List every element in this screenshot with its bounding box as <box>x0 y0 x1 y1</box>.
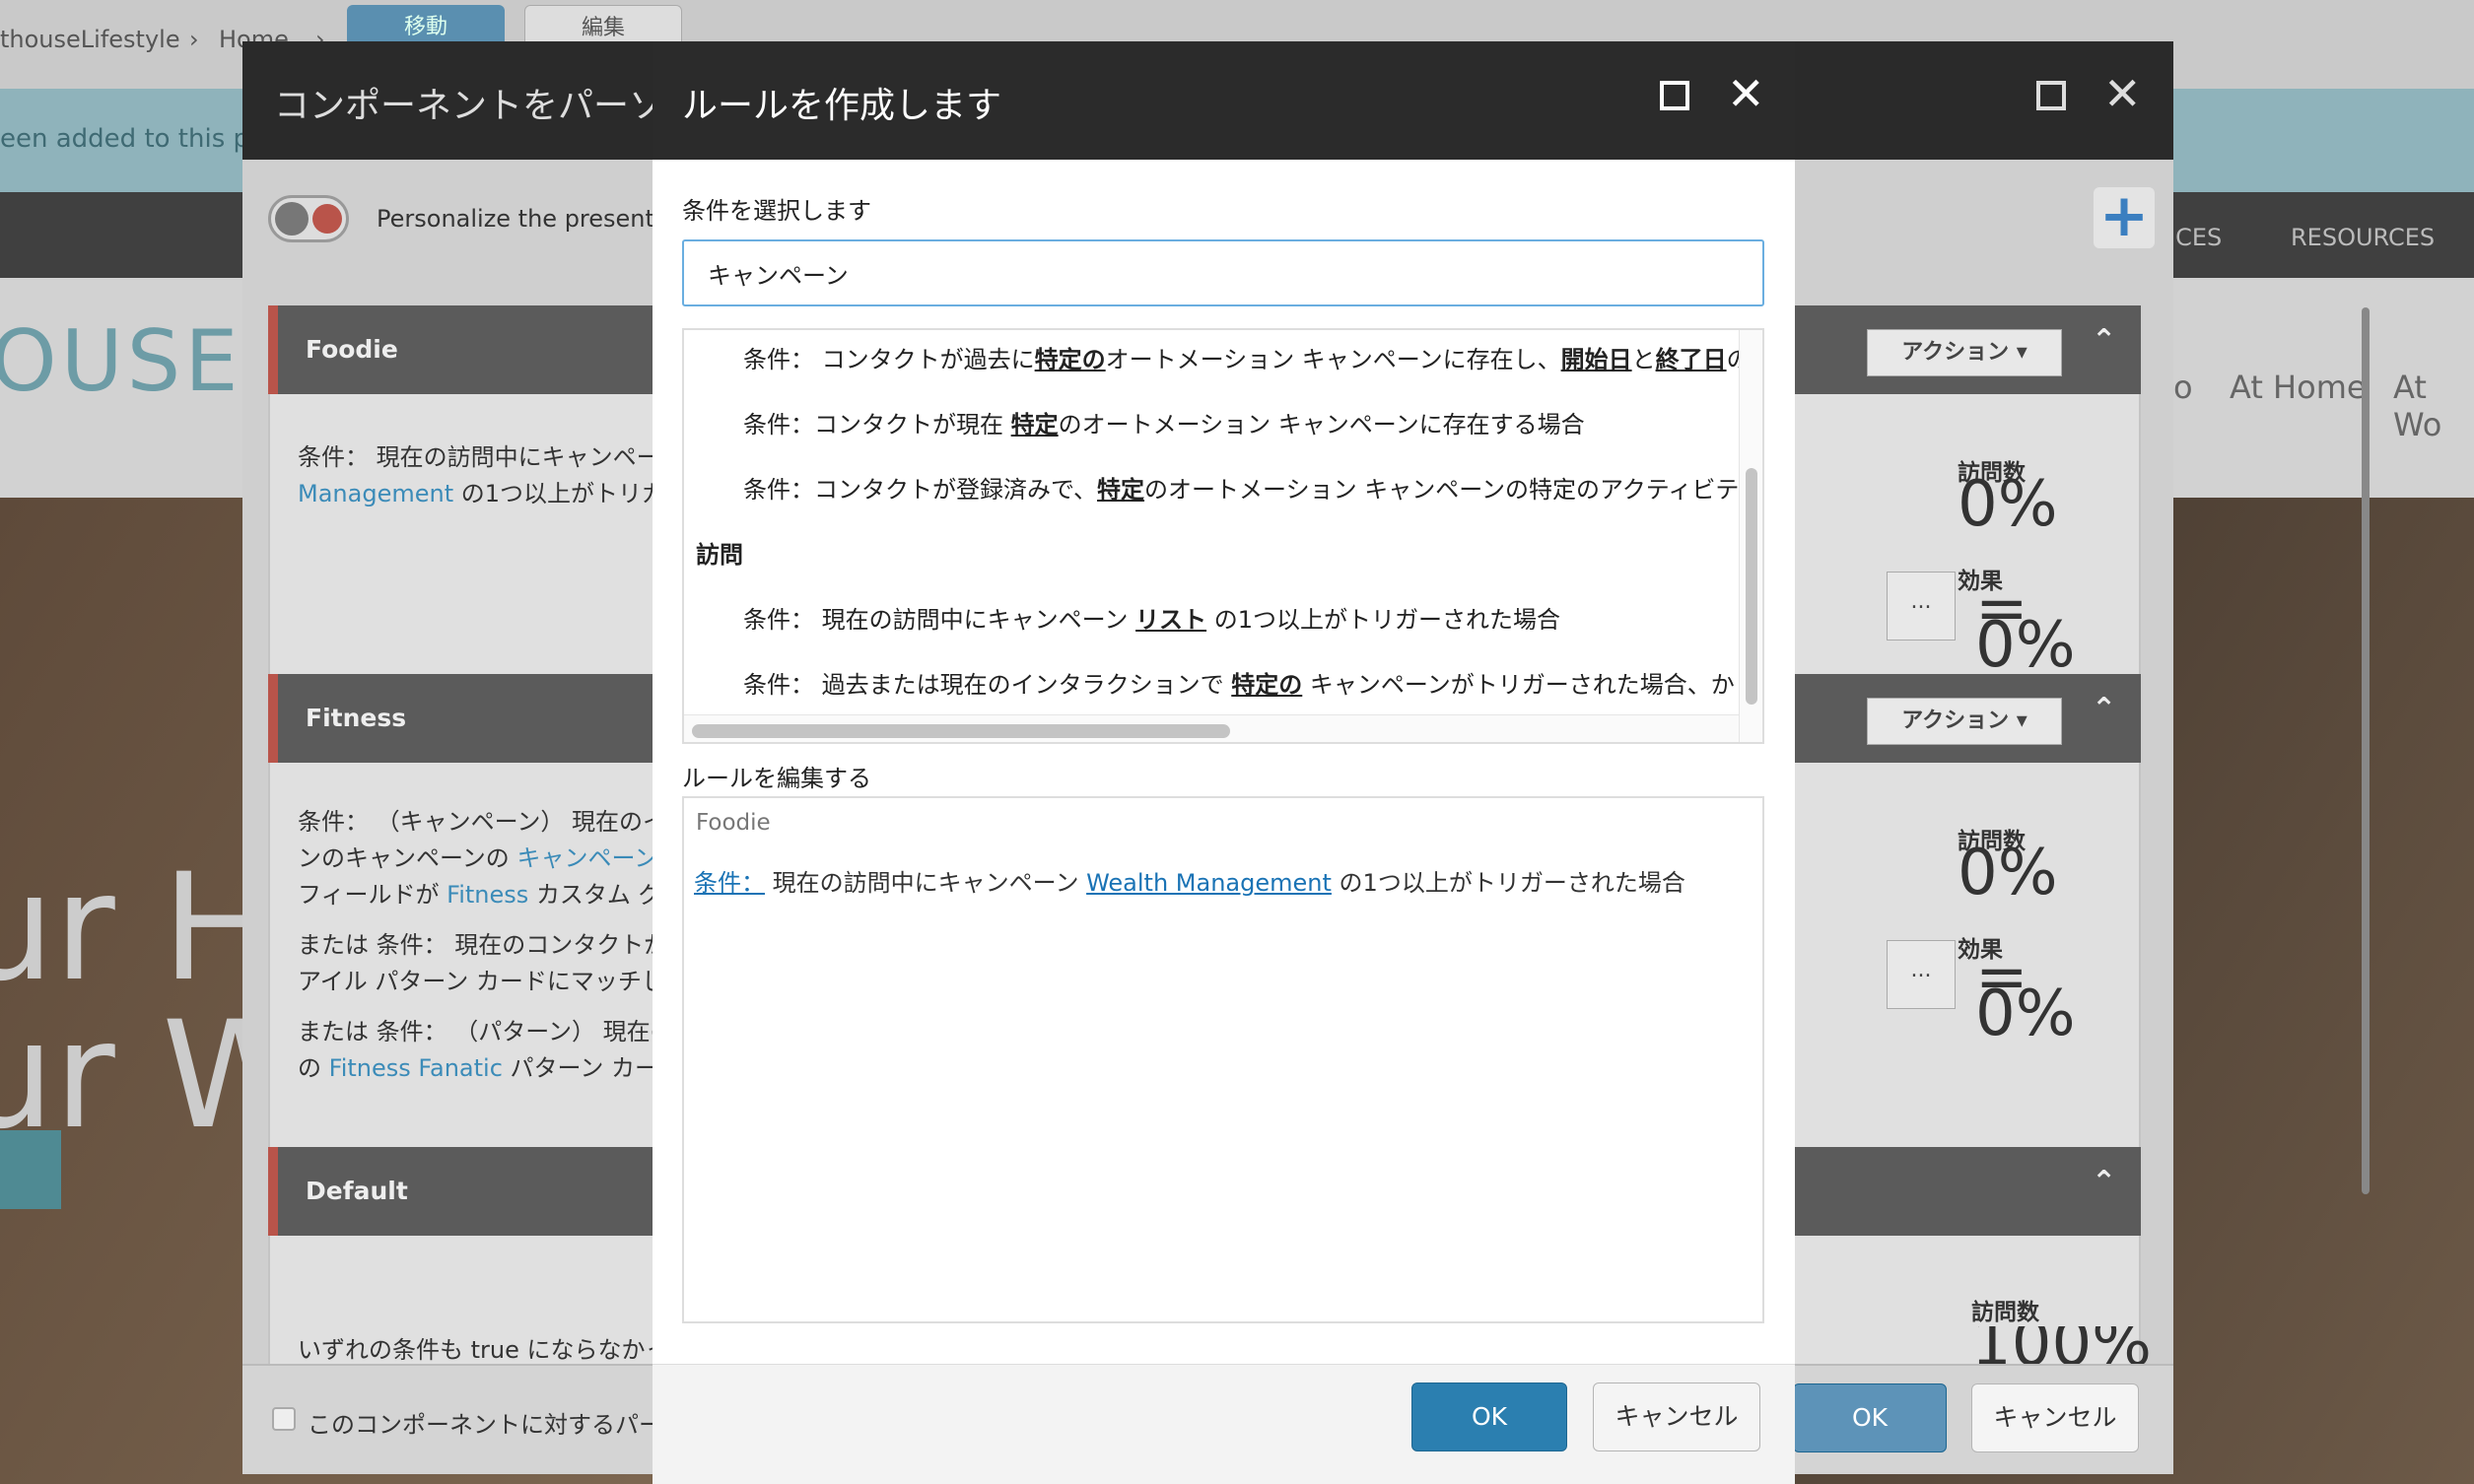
site-nav-item[interactable]: o <box>2173 369 2193 406</box>
chevron-right-icon: › <box>189 26 199 53</box>
add-rule-button[interactable]: + <box>2094 186 2155 248</box>
chevron-up-icon[interactable]: ⌃ <box>2092 1165 2116 1199</box>
rule-link[interactable]: キャンペーン <box>516 844 657 872</box>
effect-value: = 0% <box>1975 573 2076 682</box>
nav-item-resources[interactable]: RESOURCES <box>2291 224 2435 251</box>
condition-group-visit: 訪問 <box>696 541 743 569</box>
rule-link[interactable]: Fitness <box>447 881 528 909</box>
maximize-icon[interactable] <box>1660 81 1689 110</box>
visits-value: 0% <box>1958 468 2058 541</box>
rule-condition: 条件： （キャンペーン） 現在のイ <box>298 808 667 836</box>
hero-button[interactable] <box>0 1130 61 1209</box>
select-condition-label: 条件を選択します <box>682 197 871 225</box>
rule-name: Default <box>306 1177 408 1205</box>
checkbox[interactable] <box>272 1407 296 1431</box>
ok-button[interactable]: OK <box>1793 1383 1947 1452</box>
checkbox-label: このコンポーネントに対するパー <box>308 1411 662 1439</box>
rule-link[interactable]: Fitness Fanatic <box>329 1054 503 1082</box>
nav-item-services[interactable]: ICES <box>2168 224 2222 251</box>
site-nav-item[interactable]: At Home <box>2230 369 2367 406</box>
rule-text: 現在の訪問中にキャンペーン <box>772 869 1079 897</box>
actions-dropdown[interactable]: アクション ▾ <box>1867 329 2062 376</box>
scrollbar[interactable] <box>2362 307 2370 1194</box>
effect-value: = 0% <box>1975 941 2076 1050</box>
notice-text: een added to this pag <box>0 124 282 154</box>
condition-item[interactable]: 条件： 過去または現在のインタラクションで 特定の キャンペーンがトリガーされた… <box>743 665 1735 700</box>
maximize-icon[interactable] <box>2036 81 2066 110</box>
dialog-title: ルールを作成します <box>682 86 1002 126</box>
edit-rule-label: ルールを編集する <box>682 765 871 792</box>
rule-condition: または 条件： （パターン） 現在の <box>298 1018 674 1046</box>
chevron-up-icon[interactable]: ⌃ <box>2092 323 2116 358</box>
condition-item[interactable]: 条件： 現在の訪問中にキャンペーン リスト の1つ以上がトリガーされた場合 <box>743 600 1560 635</box>
condition-item[interactable]: 条件： コンタクトが過去に特定のオートメーション キャンペーンに存在し、開始日と… <box>743 340 1751 374</box>
rule-text: の1つ以上がトリガーされた場合 <box>1339 869 1685 897</box>
toggle-label: Personalize the presentatio <box>377 205 700 233</box>
close-icon[interactable]: ✕ <box>2103 67 2142 120</box>
visits-value: 0% <box>1958 837 2058 910</box>
dialog-header: ルールを作成します ✕ <box>653 41 1795 160</box>
condition-item[interactable]: 条件：コンタクトが現在 特定のオートメーション キャンペーンに存在する場合 <box>743 405 1585 439</box>
rule-name-field[interactable]: Foodie <box>696 810 771 836</box>
dialog-title: コンポーネントをパーソ <box>274 86 665 126</box>
breadcrumb-site[interactable]: thouseLifestyle <box>0 26 180 53</box>
condition-item[interactable]: 条件：コンタクトが登録済みで、特定のオートメーション キャンペーンの特定のアクテ… <box>743 470 1739 505</box>
horizontal-scrollbar[interactable] <box>692 724 1230 738</box>
chevron-up-icon[interactable]: ⌃ <box>2092 692 2116 726</box>
site-nav-item[interactable]: At Wo <box>2393 369 2474 443</box>
condition-list: 条件： コンタクトが過去に特定のオートメーション キャンペーンに存在し、開始日と… <box>682 328 1764 744</box>
vertical-scrollbar[interactable] <box>1746 468 1757 705</box>
rule-link[interactable]: Management <box>298 480 453 507</box>
cancel-button[interactable]: キャンセル <box>1971 1383 2139 1452</box>
rule-name: Fitness <box>306 704 407 732</box>
site-logo: OUSE <box>0 312 242 411</box>
rule-name: Foodie <box>306 335 398 364</box>
cancel-button[interactable]: キャンセル <box>1593 1383 1760 1451</box>
rule-condition: 条件： 現在の訪問中にキャンペー <box>298 443 660 471</box>
rule-editor[interactable]: Foodie 条件： 現在の訪問中にキャンペーン Wealth Manageme… <box>682 796 1764 1323</box>
personalize-toggle[interactable] <box>268 195 349 242</box>
campaign-link[interactable]: Wealth Management <box>1086 869 1332 897</box>
close-icon[interactable]: ✕ <box>1727 67 1765 120</box>
more-button[interactable]: ... <box>1887 940 1956 1009</box>
condition-search-input[interactable] <box>682 239 1764 306</box>
dialog-footer: OK キャンセル <box>653 1364 1795 1484</box>
more-button[interactable]: ... <box>1887 572 1956 641</box>
ok-button[interactable]: OK <box>1411 1383 1567 1451</box>
condition-link[interactable]: 条件： <box>694 869 765 897</box>
actions-dropdown[interactable]: アクション ▾ <box>1867 698 2062 745</box>
rule-condition: または 条件： 現在のコンタクトが <box>298 931 668 959</box>
create-rule-dialog: ルールを作成します ✕ 条件を選択します 条件： コンタクトが過去に特定のオート… <box>653 41 1795 1484</box>
